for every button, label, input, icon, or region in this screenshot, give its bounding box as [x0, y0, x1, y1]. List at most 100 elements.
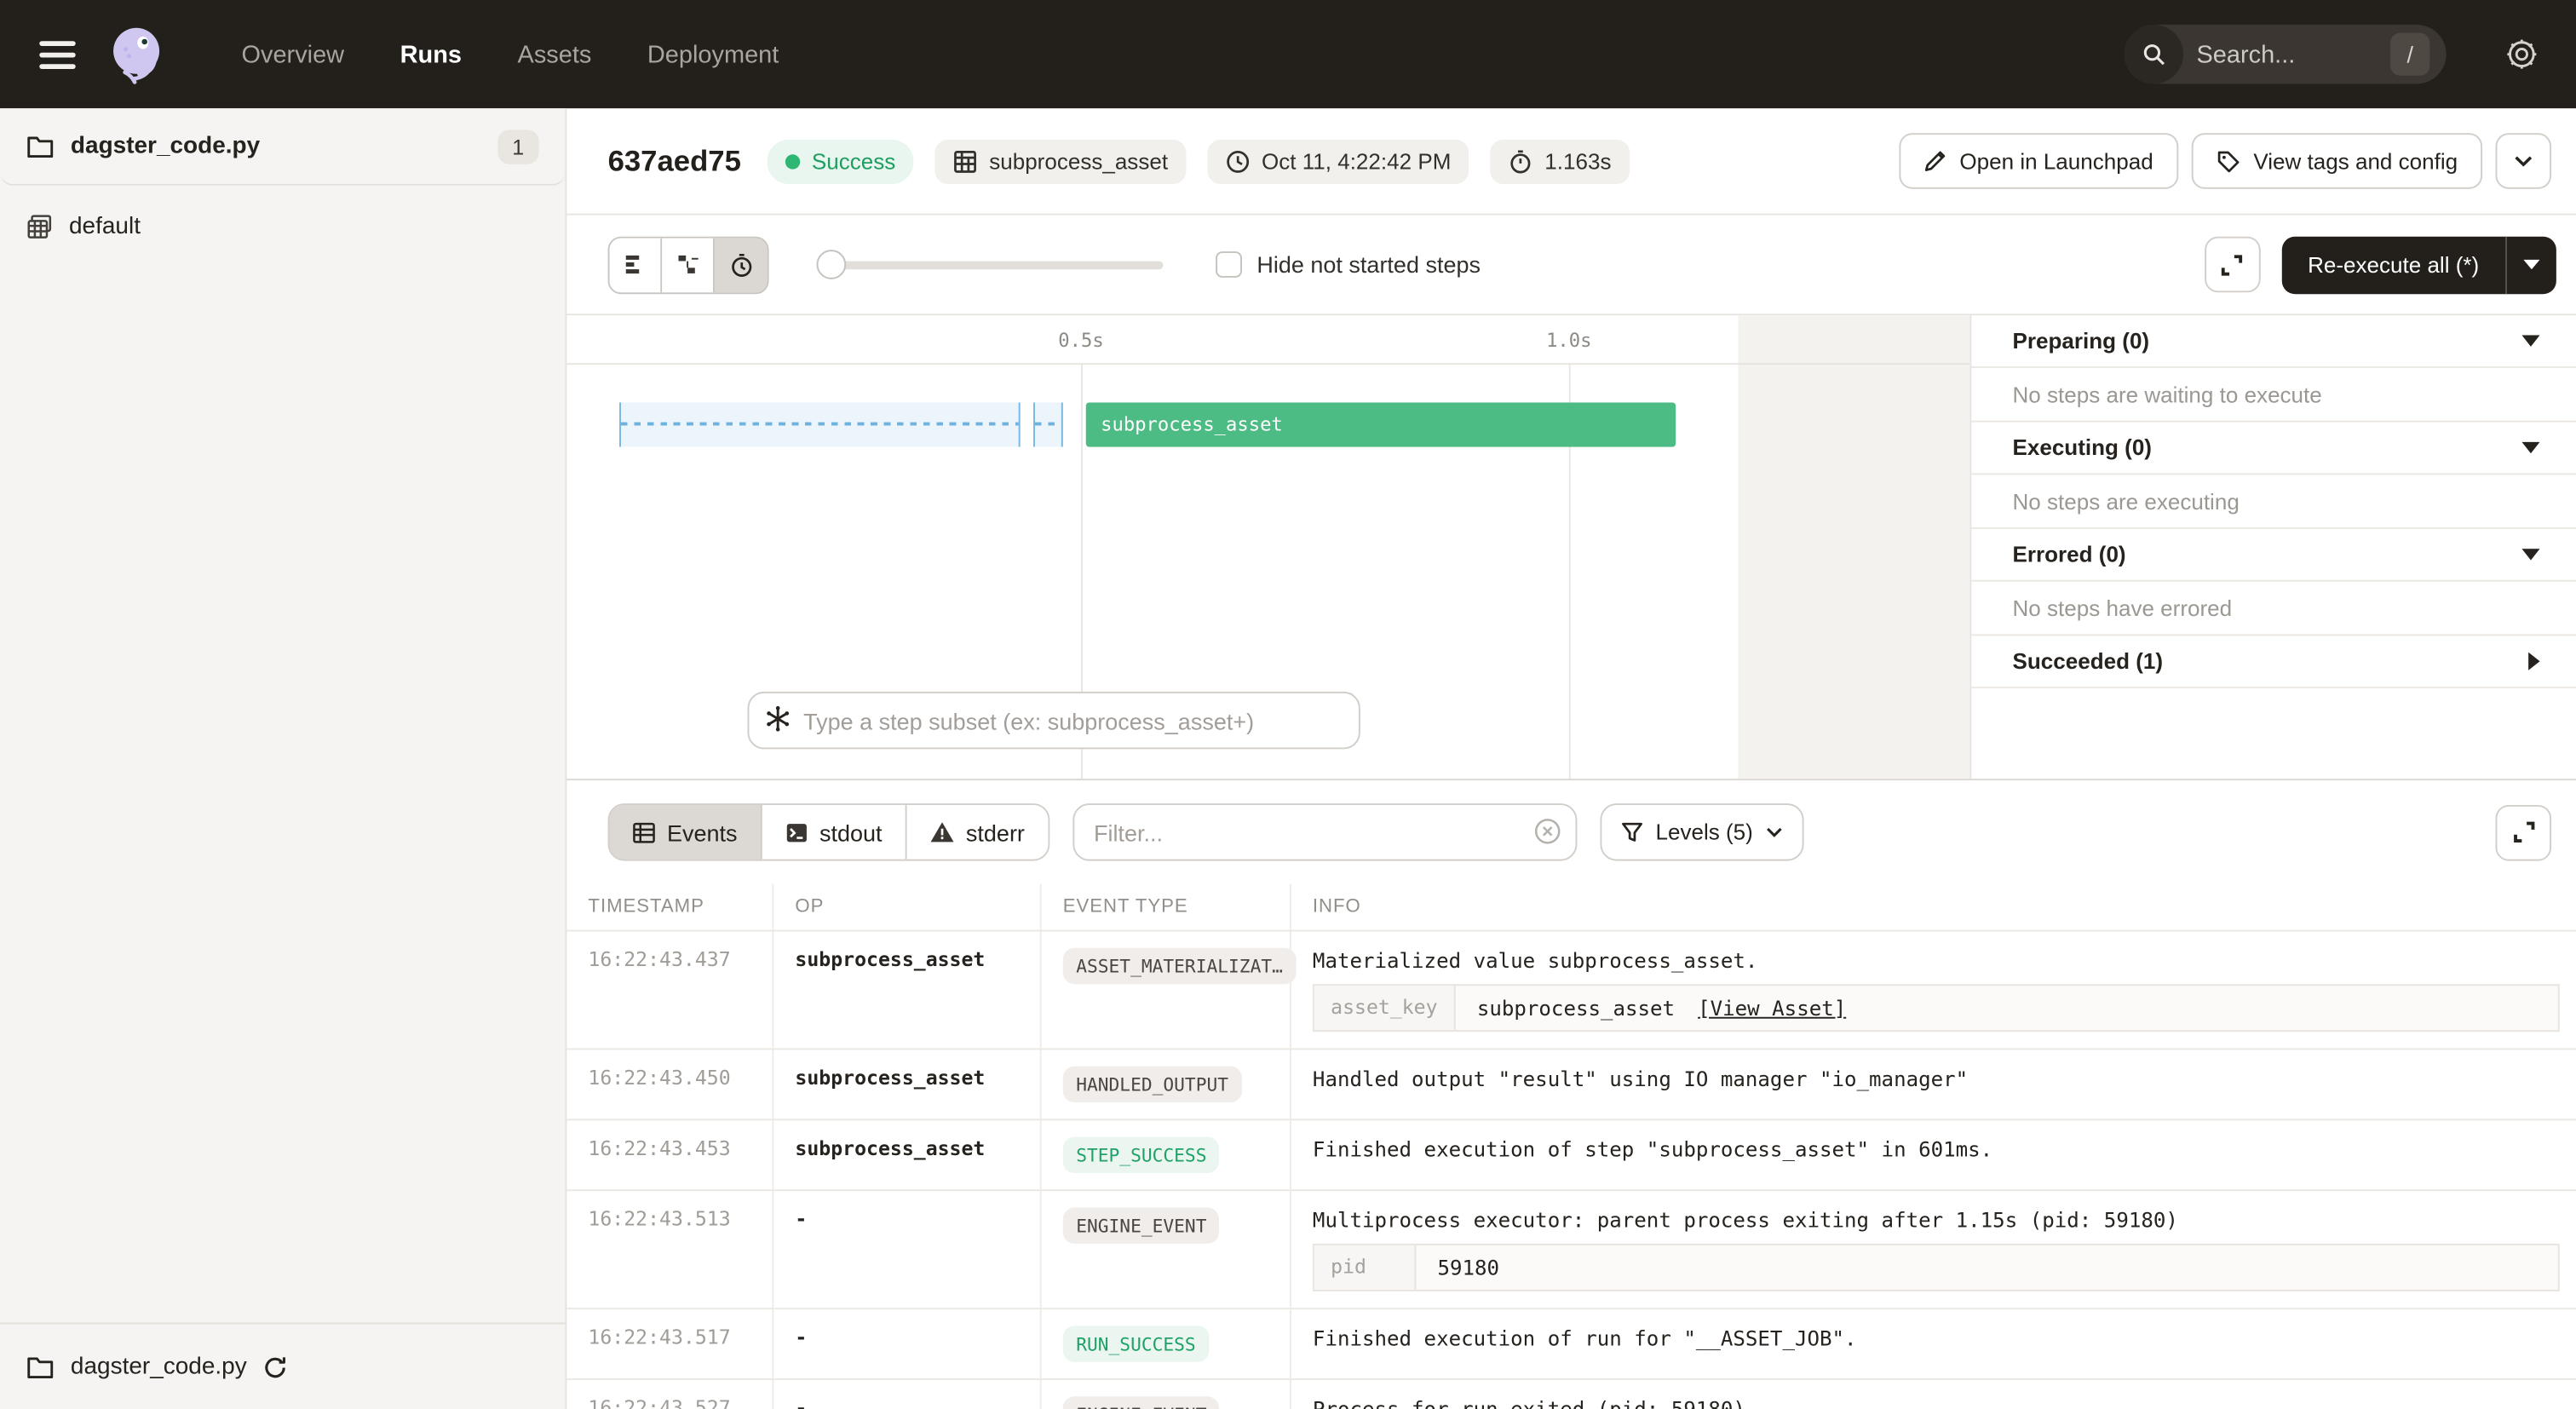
event-op[interactable]: subprocess_asset: [773, 1120, 1041, 1189]
event-timestamp: 16:22:43.517: [566, 1309, 773, 1378]
step-subset-input[interactable]: [747, 692, 1360, 750]
event-type-badge: ENGINE_EVENT: [1063, 1207, 1220, 1243]
log-tabs: Events stdout stderr: [608, 803, 1049, 861]
clear-filter-icon[interactable]: [1532, 816, 1562, 846]
section-executing[interactable]: Executing (0): [1971, 423, 2576, 475]
global-search[interactable]: /: [2125, 25, 2447, 83]
event-timestamp: 16:22:43.527: [566, 1380, 773, 1409]
event-row[interactable]: 16:22:43.437 subprocess_asset ASSET_MATE…: [566, 932, 2576, 1050]
view-asset-link[interactable]: [View Asset]: [1698, 996, 1846, 1021]
caret-right-icon: [2528, 653, 2540, 670]
col-event-type: EVENT TYPE: [1042, 884, 1291, 930]
warning-icon: [929, 821, 954, 843]
nav-assets[interactable]: Assets: [518, 40, 592, 68]
event-metadata-table: asset_key subprocess_asset[View Asset]: [1313, 984, 2560, 1032]
caret-down-icon: [2523, 260, 2539, 270]
gantt-zoom-slider[interactable]: [818, 250, 1163, 279]
hamburger-menu-icon[interactable]: [39, 40, 75, 68]
waiting-segment: [1033, 402, 1063, 446]
status-dot: [785, 153, 800, 168]
event-row[interactable]: 16:22:43.450 subprocess_asset HANDLED_OU…: [566, 1050, 2576, 1120]
code-location-header[interactable]: dagster_code.py 1: [0, 108, 565, 186]
levels-filter-button[interactable]: Levels (5): [1600, 803, 1804, 861]
reexecute-all-button[interactable]: Re-execute all (*): [2281, 236, 2556, 294]
waterfall-view-icon: [676, 253, 699, 276]
pencil-icon: [1923, 149, 1946, 172]
code-location-count-badge: 1: [497, 129, 539, 164]
section-title: Errored (0): [2013, 542, 2126, 566]
search-icon: [2125, 25, 2183, 83]
view-mode-waterfall-button[interactable]: [662, 238, 715, 292]
log-filter-input[interactable]: [1072, 803, 1577, 861]
op-selector-icon: [764, 704, 792, 733]
event-type-badge: STEP_SUCCESS: [1063, 1137, 1220, 1173]
event-info: Process for run exited (pid: 59180).: [1313, 1396, 2560, 1409]
event-row[interactable]: 16:22:43.513 - ENGINE_EVENT Multiprocess…: [566, 1191, 2576, 1309]
folder-icon: [26, 1354, 55, 1379]
event-row[interactable]: 16:22:43.517 - RUN_SUCCESS Finished exec…: [566, 1309, 2576, 1380]
timeline-header: 0.5s 1.0s: [566, 315, 1969, 365]
nav-deployment[interactable]: Deployment: [647, 40, 779, 68]
gantt-toolbar-right: Re-execute all (*): [2205, 236, 2556, 294]
section-preparing[interactable]: Preparing (0): [1971, 315, 2576, 368]
sidebar-footer[interactable]: dagster_code.py: [0, 1322, 565, 1409]
asset-tag[interactable]: subprocess_asset: [935, 139, 1187, 183]
tab-stdout[interactable]: stdout: [762, 805, 906, 860]
reload-icon[interactable]: [263, 1354, 288, 1379]
asset-tag-label: subprocess_asset: [989, 149, 1168, 174]
caret-down-icon: [2521, 549, 2539, 561]
sidebar-item-default[interactable]: default: [0, 195, 565, 257]
event-op: -: [773, 1309, 1041, 1378]
event-row[interactable]: 16:22:43.527 - ENGINE_EVENT Process for …: [566, 1380, 2576, 1409]
view-mode-flat-button[interactable]: [609, 238, 662, 292]
flat-view-icon: [624, 253, 647, 276]
search-input[interactable]: [2197, 40, 2378, 68]
start-time-label: Oct 11, 4:22:42 PM: [1262, 149, 1451, 174]
event-row[interactable]: 16:22:43.453 subprocess_asset STEP_SUCCE…: [566, 1120, 2576, 1191]
event-timestamp: 16:22:43.450: [566, 1050, 773, 1119]
events-expand-button[interactable]: [2495, 804, 2551, 860]
job-icon: [26, 214, 53, 240]
gantt-expand-button[interactable]: [2205, 237, 2261, 293]
event-info: Handled output "result" using IO manager…: [1313, 1067, 2560, 1091]
metadata-value: 59180: [1416, 1245, 1521, 1290]
dagster-logo-icon[interactable]: [105, 23, 167, 85]
section-succeeded[interactable]: Succeeded (1): [1971, 635, 2576, 688]
event-type-badge: RUN_SUCCESS: [1063, 1326, 1209, 1361]
nav-overview[interactable]: Overview: [242, 40, 345, 68]
nav-runs[interactable]: Runs: [400, 40, 462, 68]
gantt-step-bar[interactable]: subprocess_asset: [1086, 402, 1676, 446]
tab-stderr[interactable]: stderr: [906, 805, 1047, 860]
sidebar: dagster_code.py 1 default dagster_code.p…: [0, 108, 566, 1409]
event-timestamp: 16:22:43.513: [566, 1191, 773, 1308]
event-op[interactable]: subprocess_asset: [773, 932, 1041, 1049]
metadata-key: asset_key: [1314, 986, 1456, 1030]
fullscreen-icon: [2220, 252, 2245, 277]
section-errored[interactable]: Errored (0): [1971, 529, 2576, 582]
event-op[interactable]: subprocess_asset: [773, 1050, 1041, 1119]
timeline-tick: 0.5s: [1058, 329, 1103, 352]
col-timestamp: TIMESTAMP: [566, 884, 773, 930]
event-info: Finished execution of run for "__ASSET_J…: [1313, 1326, 2560, 1350]
start-time-tag: Oct 11, 4:22:42 PM: [1207, 139, 1469, 183]
dagster-run-page: Overview Runs Assets Deployment /: [0, 0, 2576, 1409]
section-title: Succeeded (1): [2013, 649, 2164, 674]
hide-not-started-label: Hide not started steps: [1256, 251, 1481, 278]
reexecute-all-label: Re-execute all (*): [2281, 236, 2505, 294]
tab-events[interactable]: Events: [609, 805, 762, 860]
run-header-more-button[interactable]: [2495, 133, 2551, 189]
asset-grid-icon: [953, 149, 978, 174]
run-id: 637aed75: [608, 144, 741, 178]
event-timestamp: 16:22:43.437: [566, 932, 773, 1049]
view-mode-timed-button[interactable]: [715, 238, 768, 292]
gantt-toolbar: Hide not started steps Re-execute all (*…: [566, 216, 2576, 316]
open-in-launchpad-button[interactable]: Open in Launchpad: [1899, 133, 2178, 189]
settings-gear-icon[interactable]: [2504, 36, 2539, 72]
view-tags-config-button[interactable]: View tags and config: [2191, 133, 2482, 189]
top-nav: Overview Runs Assets Deployment /: [0, 0, 2576, 108]
reexecute-dropdown-button[interactable]: [2507, 236, 2556, 294]
hide-not-started-checkbox[interactable]: [1216, 251, 1242, 278]
slider-knob[interactable]: [816, 250, 846, 279]
hide-not-started-checkbox-row[interactable]: Hide not started steps: [1216, 251, 1481, 278]
event-info: Finished execution of step "subprocess_a…: [1313, 1137, 2560, 1162]
